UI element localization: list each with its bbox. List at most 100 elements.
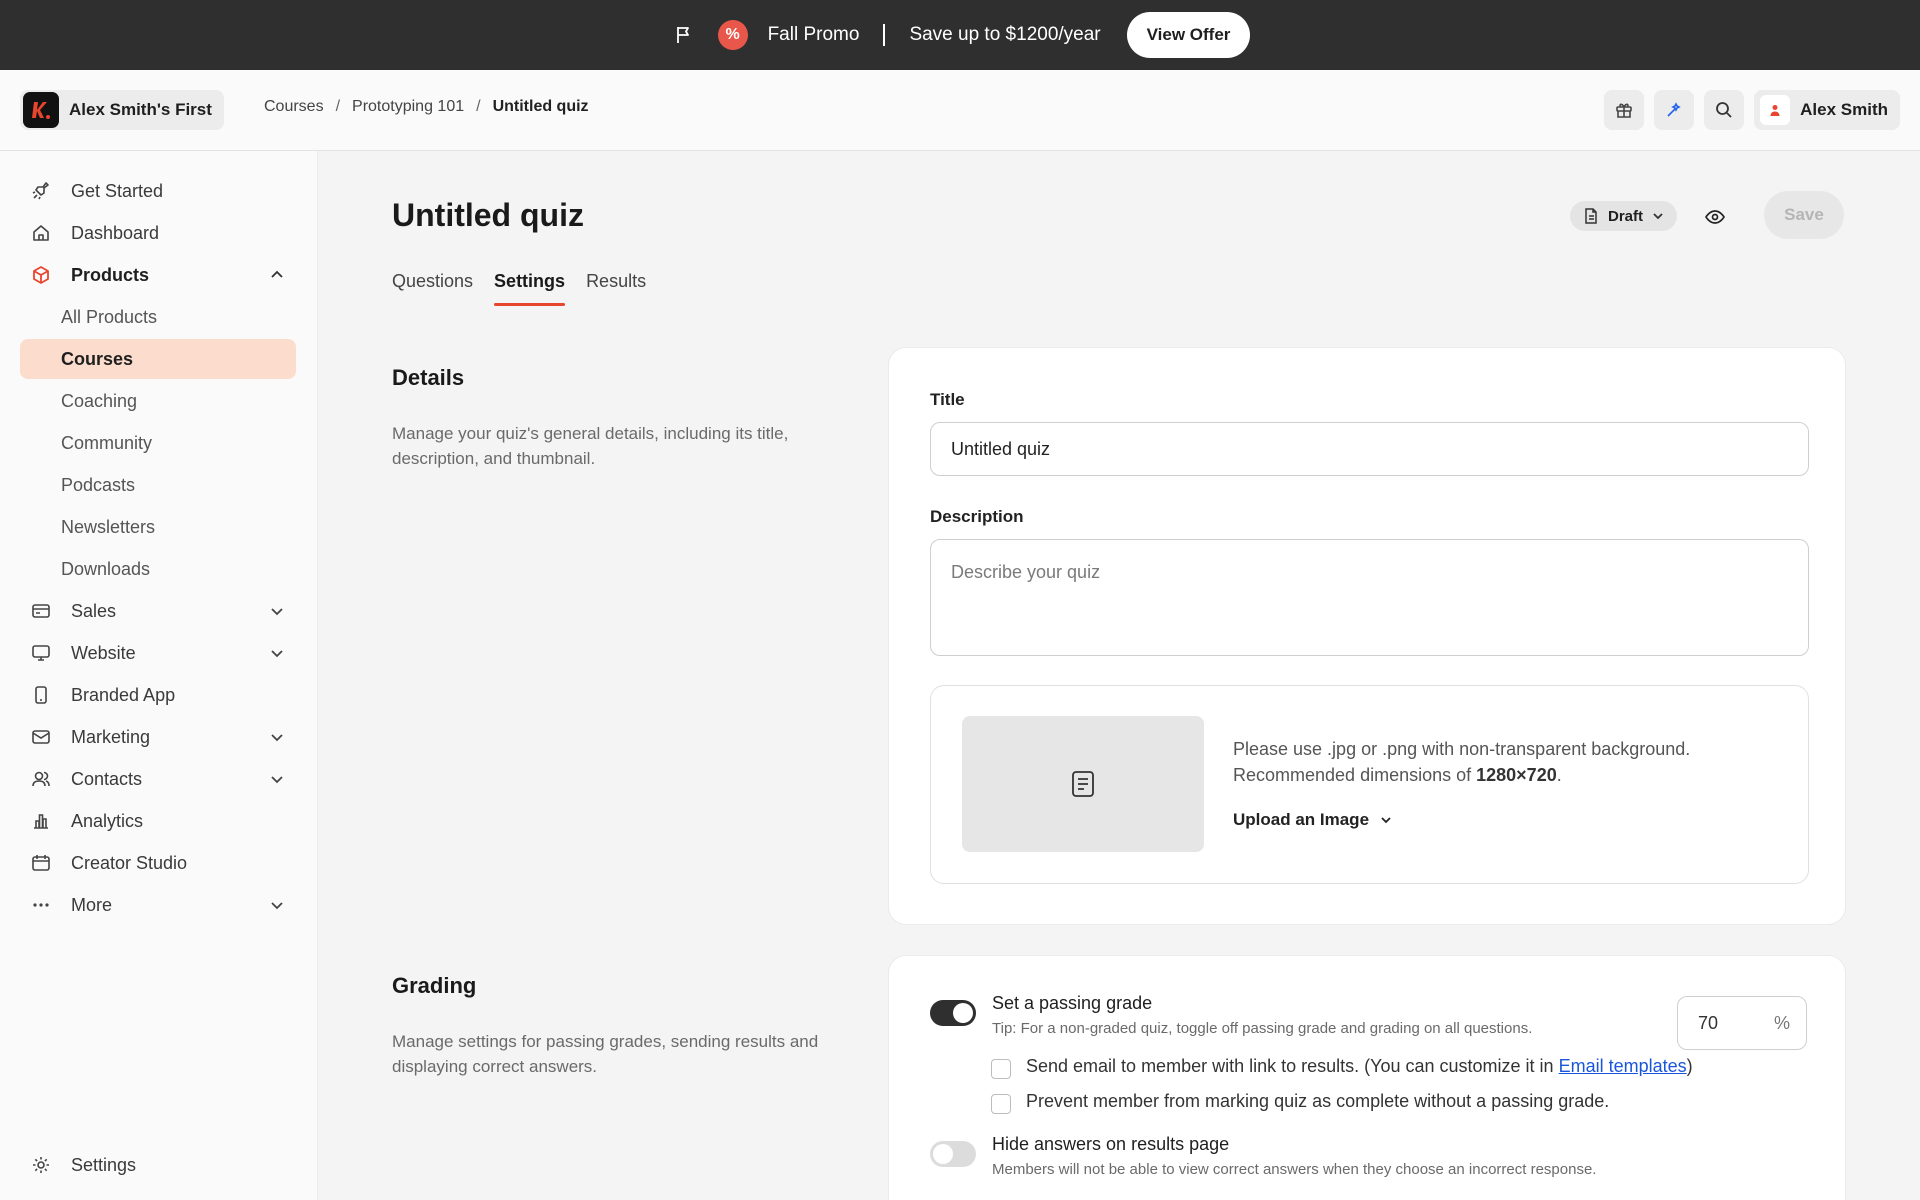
sidebar-item-community[interactable]: Community <box>20 423 296 463</box>
promo-title: Fall Promo <box>767 24 860 45</box>
sidebar-item-coaching[interactable]: Coaching <box>20 381 296 421</box>
sidebar-item-courses[interactable]: Courses <box>20 339 296 379</box>
ai-assistant-button[interactable] <box>1654 90 1695 130</box>
passing-grade-input[interactable]: 70 % <box>1677 996 1807 1050</box>
sidebar-item-more[interactable]: More <box>20 885 296 925</box>
email-results-label: Send email to member with link to result… <box>1026 1056 1693 1076</box>
upload-image-dropdown[interactable]: Upload an Image <box>1233 810 1393 830</box>
sidebar-item-podcasts[interactable]: Podcasts <box>20 465 296 505</box>
gift-icon <box>1616 103 1632 118</box>
tab-questions[interactable]: Questions <box>392 271 473 306</box>
document-icon <box>1585 208 1597 224</box>
details-description: Manage your quiz's general details, incl… <box>392 424 789 468</box>
grading-description: Manage settings for passing grades, send… <box>392 1032 819 1076</box>
workspace-switcher[interactable]: Alex Smith's First <box>20 90 224 130</box>
breadcrumb: Courses / Prototyping 101 / Untitled qui… <box>264 98 589 116</box>
tab-settings[interactable]: Settings <box>494 271 566 306</box>
flag-icon <box>670 21 698 49</box>
mail-icon <box>30 726 52 748</box>
sidebar-item-settings[interactable]: Settings <box>20 1145 296 1185</box>
main-content: Untitled quiz Draft Save Questions Setti… <box>319 151 1920 1200</box>
sidebar-item-all-products[interactable]: All Products <box>20 297 296 337</box>
user-icon <box>1770 105 1780 116</box>
email-results-checkbox[interactable] <box>991 1059 1011 1079</box>
sidebar-item-contacts[interactable]: Contacts <box>20 759 296 799</box>
sidebar-item-products[interactable]: Products <box>20 255 296 295</box>
email-templates-link[interactable]: Email templates <box>1559 1056 1687 1076</box>
details-heading: Details <box>392 365 465 390</box>
sidebar-item-get-started[interactable]: Get Started <box>20 171 296 211</box>
sidebar-item-analytics[interactable]: Analytics <box>20 801 296 841</box>
sidebar-item-sales[interactable]: Sales <box>20 591 296 631</box>
passing-grade-label: Set a passing grade <box>992 993 1153 1013</box>
title-label: Title <box>930 390 965 409</box>
dots-icon <box>30 894 52 916</box>
chevron-down-icon[interactable] <box>268 770 286 788</box>
users-icon <box>30 768 52 790</box>
search-icon <box>1716 102 1732 118</box>
discount-badge-icon: % <box>717 20 748 50</box>
upload-hint: Please use .jpg or .png with non-transpa… <box>1233 739 1691 785</box>
passing-grade-toggle[interactable] <box>930 1000 976 1026</box>
monitor-icon <box>30 642 52 664</box>
chevron-down-icon[interactable] <box>268 896 286 914</box>
sidebar-item-newsletters[interactable]: Newsletters <box>20 507 296 547</box>
promo-message: Save up to $1200/year <box>909 24 1101 45</box>
sidebar-item-marketing[interactable]: Marketing <box>20 717 296 757</box>
user-name: Alex Smith <box>1800 100 1888 119</box>
home-icon <box>30 222 52 244</box>
chevron-up-icon[interactable] <box>268 266 286 284</box>
sidebar-item-dashboard[interactable]: Dashboard <box>20 213 296 253</box>
passing-grade-tip: Tip: For a non-graded quiz, toggle off p… <box>992 1020 1533 1037</box>
chevron-down-icon <box>1653 213 1663 220</box>
title-input[interactable]: Untitled quiz <box>930 422 1809 476</box>
bar-chart-icon <box>30 810 52 832</box>
chevron-down-icon[interactable] <box>268 644 286 662</box>
promo-divider <box>883 24 886 46</box>
chevron-down-icon[interactable] <box>268 602 286 620</box>
breadcrumb-current: Untitled quiz <box>492 98 589 115</box>
hide-answers-tip: Members will not be able to view correct… <box>992 1161 1597 1178</box>
box-icon <box>30 264 52 286</box>
view-offer-button[interactable]: View Offer <box>1126 12 1251 58</box>
breadcrumb-courses[interactable]: Courses <box>264 98 324 116</box>
header-actions: Alex Smith <box>1604 90 1900 130</box>
user-menu-button[interactable]: Alex Smith <box>1754 90 1900 130</box>
sidebar: Get Started Dashboard Products All Produ… <box>0 151 318 1200</box>
description-label: Description <box>930 507 1024 526</box>
phone-icon <box>30 684 52 706</box>
avatar <box>1760 95 1791 125</box>
status-dropdown[interactable]: Draft <box>1570 201 1678 231</box>
brand-logo-icon <box>23 92 59 128</box>
preview-button[interactable] <box>1699 201 1731 233</box>
save-button[interactable]: Save <box>1764 191 1844 239</box>
document-icon <box>1072 771 1094 797</box>
description-textarea[interactable]: Describe your quiz <box>930 539 1809 656</box>
chevron-down-icon <box>1381 817 1391 824</box>
prevent-complete-label: Prevent member from marking quiz as comp… <box>1026 1091 1610 1111</box>
gift-button[interactable] <box>1604 90 1645 130</box>
gear-icon <box>30 1154 52 1176</box>
rocket-icon <box>30 180 52 202</box>
workspace-name: Alex Smith's First <box>69 100 212 119</box>
thumbnail-placeholder[interactable] <box>962 716 1204 852</box>
prevent-complete-checkbox[interactable] <box>991 1094 1011 1114</box>
grading-heading: Grading <box>392 973 477 998</box>
thumbnail-uploader: Please use .jpg or .png with non-transpa… <box>930 685 1809 884</box>
chevron-down-icon[interactable] <box>268 728 286 746</box>
credit-card-icon <box>30 600 52 622</box>
tab-results[interactable]: Results <box>586 271 646 306</box>
search-button[interactable] <box>1704 90 1745 130</box>
sidebar-item-creator-studio[interactable]: Creator Studio <box>20 843 296 883</box>
sidebar-item-website[interactable]: Website <box>20 633 296 673</box>
eye-icon <box>1705 210 1725 224</box>
sidebar-item-branded-app[interactable]: Branded App <box>20 675 296 715</box>
settings-tabs: Questions Settings Results <box>392 271 646 306</box>
grading-card: Set a passing grade Tip: For a non-grade… <box>888 955 1846 1200</box>
hide-answers-toggle[interactable] <box>930 1141 976 1167</box>
status-label: Draft <box>1608 207 1644 225</box>
top-header: Alex Smith's First Courses / Prototyping… <box>0 70 1920 151</box>
sidebar-item-downloads[interactable]: Downloads <box>20 549 296 589</box>
breadcrumb-course[interactable]: Prototyping 101 <box>352 98 464 116</box>
page-title: Untitled quiz <box>392 197 584 233</box>
